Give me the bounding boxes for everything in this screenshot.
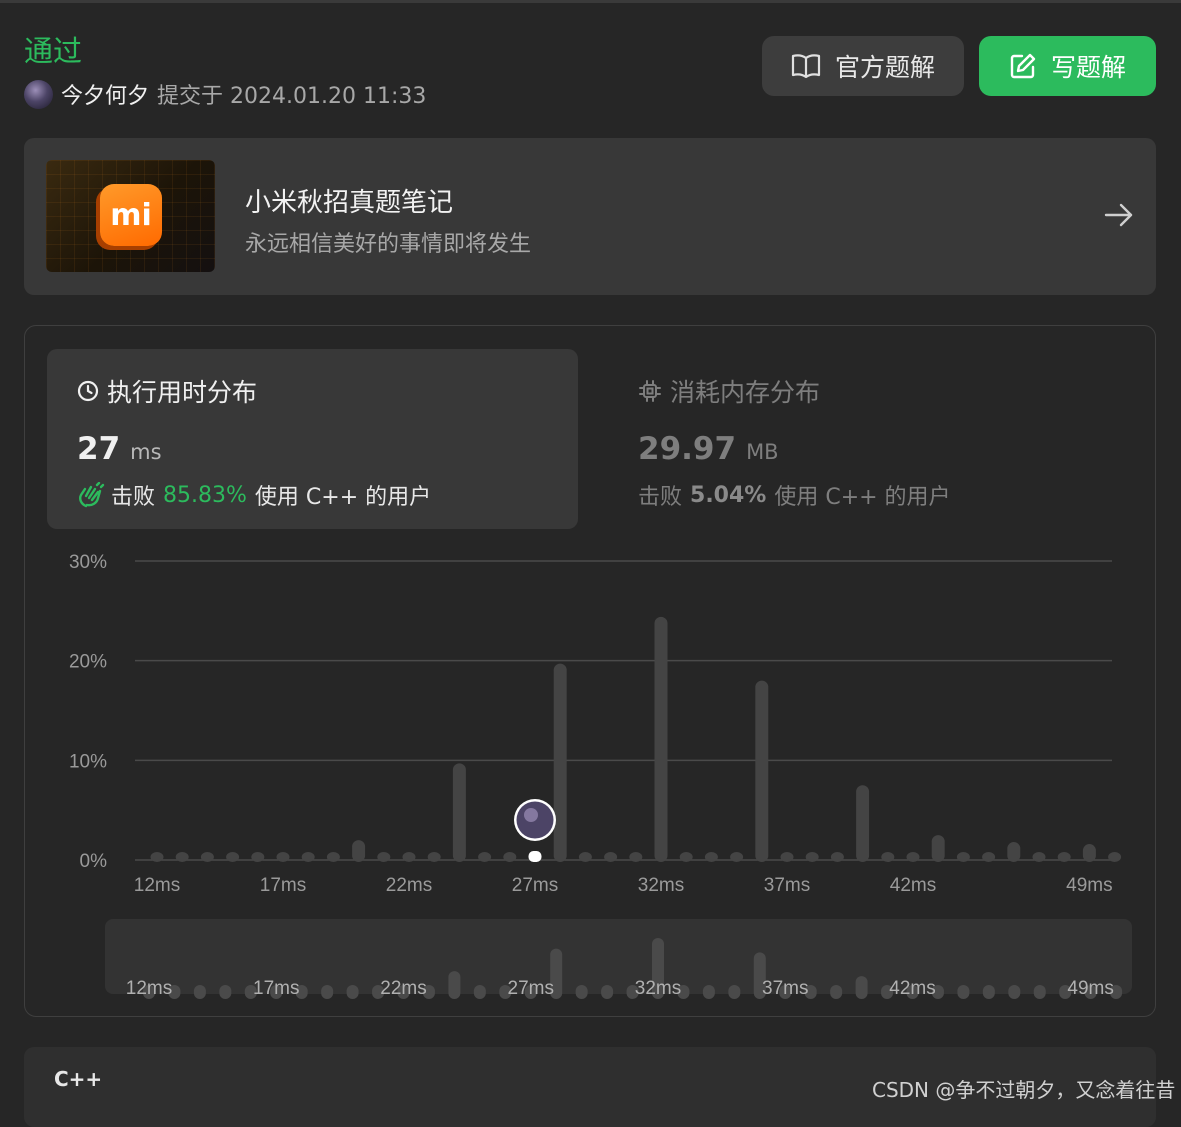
banner-image: mi xyxy=(46,160,215,272)
memory-beat: 击败 5.04% 使用 C++ 的用户 xyxy=(638,479,951,511)
write-solution-label: 写题解 xyxy=(1050,53,1126,82)
memory-beat-suffix: 使用 C++ 的用户 xyxy=(774,485,951,510)
official-solution-button[interactable]: 官方题解 xyxy=(762,36,964,96)
edit-icon xyxy=(1010,53,1036,79)
promo-banner[interactable]: mi 小米秋招真题笔记 永远相信美好的事情即将发生 xyxy=(24,138,1156,295)
distribution-card: 执行用时分布 27 ms 击败 85.83% 使用 C++ 的用户 消耗内存分布 xyxy=(24,325,1156,1017)
tab-runtime[interactable]: 执行用时分布 27 ms 击败 85.83% 使用 C++ 的用户 xyxy=(47,349,578,529)
memory-beat-pct: 5.04% xyxy=(690,482,767,508)
chip-icon xyxy=(639,380,661,402)
memory-title: 消耗内存分布 xyxy=(638,373,820,409)
runtime-value-row: 27 ms xyxy=(77,431,162,467)
write-solution-button[interactable]: 写题解 xyxy=(979,36,1156,96)
tab-memory[interactable]: 消耗内存分布 29.97 MB 击败 5.04% 使用 C++ 的用户 xyxy=(608,349,1128,529)
runtime-beat-suffix: 使用 C++ 的用户 xyxy=(254,485,432,510)
watermark: CSDN @争不过朝夕，又念着往昔 xyxy=(872,1078,1176,1102)
code-language[interactable]: C++ xyxy=(54,1067,102,1091)
runtime-unit: ms xyxy=(130,440,162,464)
submission-status: 通过 xyxy=(24,34,83,68)
runtime-title-text: 执行用时分布 xyxy=(107,378,258,407)
submit-time: 提交于 2024.01.20 11:33 xyxy=(157,84,427,109)
memory-value-row: 29.97 MB xyxy=(638,431,779,467)
book-icon xyxy=(791,54,821,79)
memory-beat-label: 击败 xyxy=(638,485,683,510)
clap-hands-icon xyxy=(79,482,105,508)
memory-unit: MB xyxy=(746,440,779,464)
arrow-right-icon[interactable] xyxy=(1104,202,1134,232)
avatar[interactable] xyxy=(24,79,53,109)
runtime-title: 执行用时分布 xyxy=(77,373,257,409)
runtime-value: 27 xyxy=(77,431,121,467)
banner-title: 小米秋招真题笔记 xyxy=(245,188,454,218)
official-solution-label: 官方题解 xyxy=(834,53,935,82)
memory-value: 29.97 xyxy=(638,431,737,467)
runtime-beat-pct: 85.83% xyxy=(163,482,247,508)
runtime-beat-label: 击败 xyxy=(111,485,156,510)
memory-title-text: 消耗内存分布 xyxy=(670,378,821,407)
username-link[interactable]: 今夕何夕 xyxy=(61,78,149,110)
top-divider xyxy=(0,0,1181,3)
submitter-info: 今夕何夕 提交于 2024.01.20 11:33 xyxy=(24,78,426,110)
xiaomi-logo: mi xyxy=(100,184,162,246)
banner-subtitle: 永远相信美好的事情即将发生 xyxy=(245,232,532,257)
clock-icon xyxy=(77,380,99,402)
runtime-beat: 击败 85.83% 使用 C++ 的用户 xyxy=(77,479,431,511)
